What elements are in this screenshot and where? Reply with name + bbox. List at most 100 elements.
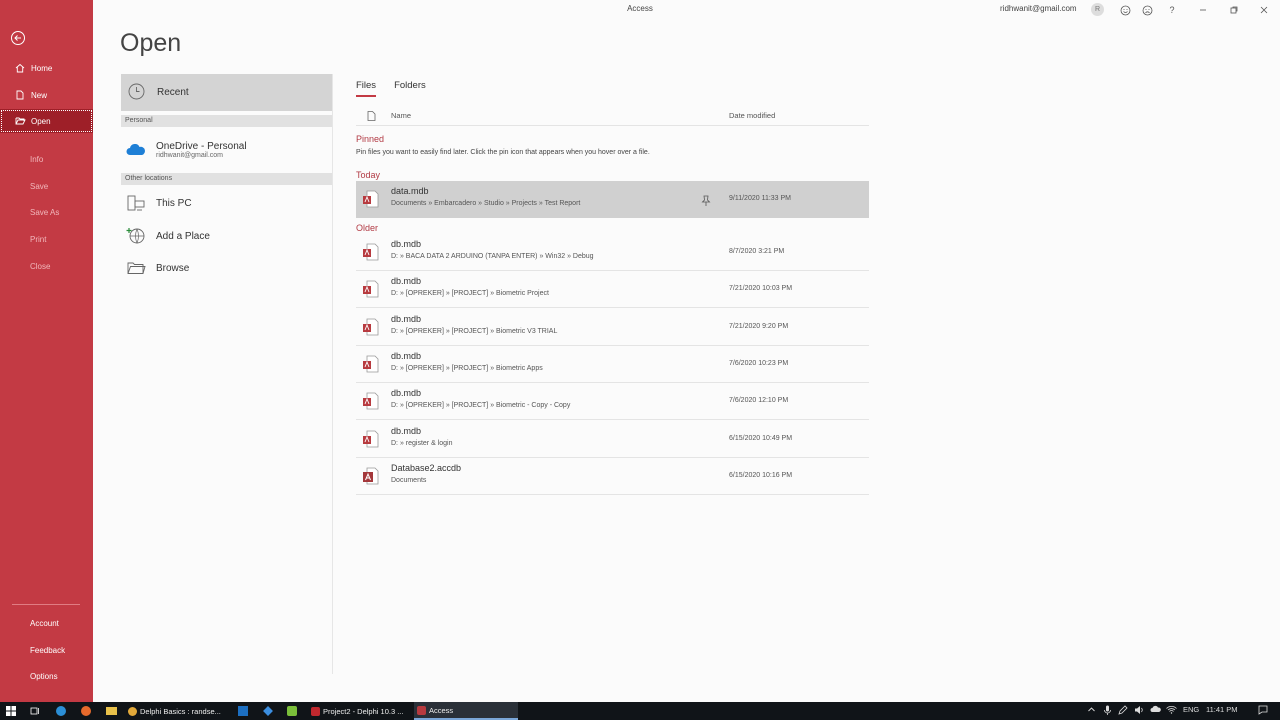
task-view-icon[interactable]	[30, 702, 40, 720]
outlook-icon[interactable]	[238, 702, 248, 720]
file-date: 7/6/2020 12:10 PM	[729, 397, 789, 405]
file-name: data.mdb	[391, 186, 429, 196]
microphone-icon[interactable]	[1103, 705, 1112, 717]
location-this-pc[interactable]: This PC	[121, 189, 332, 217]
help-icon[interactable]: ?	[1165, 3, 1179, 17]
recent-label: Recent	[157, 87, 189, 98]
page-title: Open	[120, 29, 182, 57]
mdb-file-icon	[362, 190, 380, 213]
file-name: db.mdb	[391, 425, 422, 436]
file-row[interactable]: data.mdb Documents » Embarcadero » Studi…	[356, 181, 869, 218]
minimize-icon[interactable]	[1196, 3, 1210, 17]
onedrive-account: ridhwanit@gmail.com	[156, 152, 224, 159]
nav-label-home: Home	[31, 63, 53, 73]
nav-item-print[interactable]: Print	[0, 227, 93, 251]
file-path: D: » [OPREKER] » [PROJECT] » Biometric -…	[391, 402, 571, 410]
taskbar-app-delphi[interactable]: Project2 - Delphi 10.3 ...	[308, 702, 411, 720]
onedrive-title: OneDrive - Personal	[156, 141, 247, 152]
file-row[interactable]: db.mdb D: » [OPREKER] » [PROJECT] » Biome…	[356, 383, 869, 421]
section-other-locations: Other locations	[121, 173, 332, 185]
file-date: 7/21/2020 9:20 PM	[729, 322, 789, 330]
this-pc-label: This PC	[156, 197, 192, 209]
tab-folders[interactable]: Folders	[394, 80, 426, 97]
nav-label-open: Open	[31, 116, 51, 126]
close-icon[interactable]	[1257, 3, 1271, 17]
chevron-up-icon[interactable]	[1087, 705, 1096, 716]
globe-add-icon	[125, 226, 147, 246]
nav-label-new: New	[31, 90, 48, 100]
file-row[interactable]: db.mdb D: » register & login 6/15/2020 10:…	[356, 421, 869, 458]
file-row[interactable]: db.mdb D: » BACA DATA 2 ARDUINO (TANPA EN…	[356, 234, 869, 271]
start-icon[interactable]	[6, 702, 16, 720]
smiley-icon[interactable]	[1118, 3, 1132, 17]
taskbar-app-label: Delphi Basics : randse...	[140, 706, 221, 716]
edge-icon[interactable]	[56, 702, 66, 720]
nav-item-new[interactable]: New	[0, 83, 93, 107]
location-onedrive[interactable]: OneDrive - Personal ridhwanit@gmail.com	[121, 136, 332, 164]
file-name: db.mdb	[391, 388, 422, 399]
column-header-name[interactable]: Name	[391, 111, 411, 120]
file-path: Documents	[391, 476, 427, 484]
header-divider	[356, 125, 869, 126]
file-row[interactable]: db.mdb D: » [OPREKER] » [PROJECT] » Biome…	[356, 309, 869, 346]
nav-item-account[interactable]: Account	[0, 611, 93, 635]
file-path: D: » [OPREKER] » [PROJECT] » Biometric V…	[391, 327, 558, 335]
clock-time[interactable]: 11:41 PM	[1206, 705, 1238, 714]
file-path: D: » BACA DATA 2 ARDUINO (TANPA ENTER) »…	[391, 253, 594, 260]
location-browse[interactable]: Browse	[121, 254, 332, 282]
pen-icon[interactable]	[1118, 705, 1128, 717]
file-row[interactable]: db.mdb D: » [OPREKER] » [PROJECT] » Biome…	[356, 271, 869, 309]
tab-files[interactable]: Files	[356, 80, 377, 97]
user-email[interactable]: ridhwanit@gmail.com	[1000, 4, 1077, 13]
nav-item-home[interactable]: Home	[0, 56, 93, 80]
mdb-file-icon	[362, 355, 380, 378]
nav-item-save-as[interactable]: Save As	[0, 200, 93, 224]
browse-label: Browse	[156, 262, 190, 274]
file-row[interactable]: Database2.accdb Documents 6/15/2020 10:16 …	[356, 458, 869, 495]
restore-icon[interactable]	[1227, 3, 1241, 17]
firefox-icon[interactable]	[81, 702, 91, 720]
nav-item-options[interactable]: Options	[0, 664, 93, 688]
file-path: D: » [OPREKER] » [PROJECT] » Biometric A…	[391, 364, 543, 372]
file-path: D: » [OPREKER] » [PROJECT] » Biometric P…	[391, 290, 549, 298]
home-icon	[13, 63, 27, 73]
file-explorer-icon[interactable]	[106, 702, 117, 720]
wifi-icon[interactable]	[1166, 705, 1177, 716]
delphi-icon	[311, 706, 320, 716]
pin-icon[interactable]	[701, 193, 711, 211]
avatar[interactable]: R	[1091, 3, 1104, 16]
file-date: 7/6/2020 10:23 PM	[729, 359, 789, 367]
file-path: D: » register & login	[391, 439, 453, 447]
nav-item-open[interactable]: Open	[0, 109, 93, 133]
file-row[interactable]: db.mdb D: » [OPREKER] » [PROJECT] » Biome…	[356, 346, 869, 383]
nav-item-feedback[interactable]: Feedback	[0, 638, 93, 662]
vscode-icon[interactable]	[263, 702, 273, 720]
nav-item-close[interactable]: Close	[0, 254, 93, 278]
nav-item-save[interactable]: Save	[0, 174, 93, 198]
pinned-hint: Pin files you want to easily find later.…	[356, 149, 650, 156]
folder-icon	[125, 260, 147, 276]
nav-divider	[12, 604, 80, 605]
volume-icon[interactable]	[1134, 705, 1144, 717]
notepadpp-icon[interactable]	[287, 702, 297, 720]
language-indicator[interactable]: ENG	[1183, 705, 1199, 714]
back-arrow-icon[interactable]	[10, 30, 26, 46]
column-header-date[interactable]: Date modified	[729, 111, 775, 120]
mdb-file-icon	[362, 430, 380, 453]
notifications-icon[interactable]	[1258, 705, 1268, 717]
file-tabs: Files Folders	[356, 80, 444, 97]
location-recent[interactable]: Recent	[121, 74, 332, 111]
frown-icon[interactable]	[1140, 3, 1154, 17]
onedrive-tray-icon[interactable]	[1150, 705, 1161, 715]
window-title: Access	[627, 4, 653, 13]
location-add-place[interactable]: Add a Place	[121, 222, 332, 250]
backstage-nav: Home New Open Info Save Save As Print Cl…	[0, 0, 93, 702]
file-name: db.mdb	[391, 350, 422, 361]
mdb-file-icon	[362, 318, 380, 341]
nav-item-info[interactable]: Info	[0, 147, 93, 171]
taskbar-app-access[interactable]: Access	[414, 702, 518, 720]
new-document-icon	[13, 90, 27, 100]
taskbar-app-chrome[interactable]: Delphi Basics : randse...	[125, 702, 229, 720]
chrome-icon	[128, 706, 137, 716]
file-date: 7/21/2020 10:03 PM	[729, 285, 793, 293]
